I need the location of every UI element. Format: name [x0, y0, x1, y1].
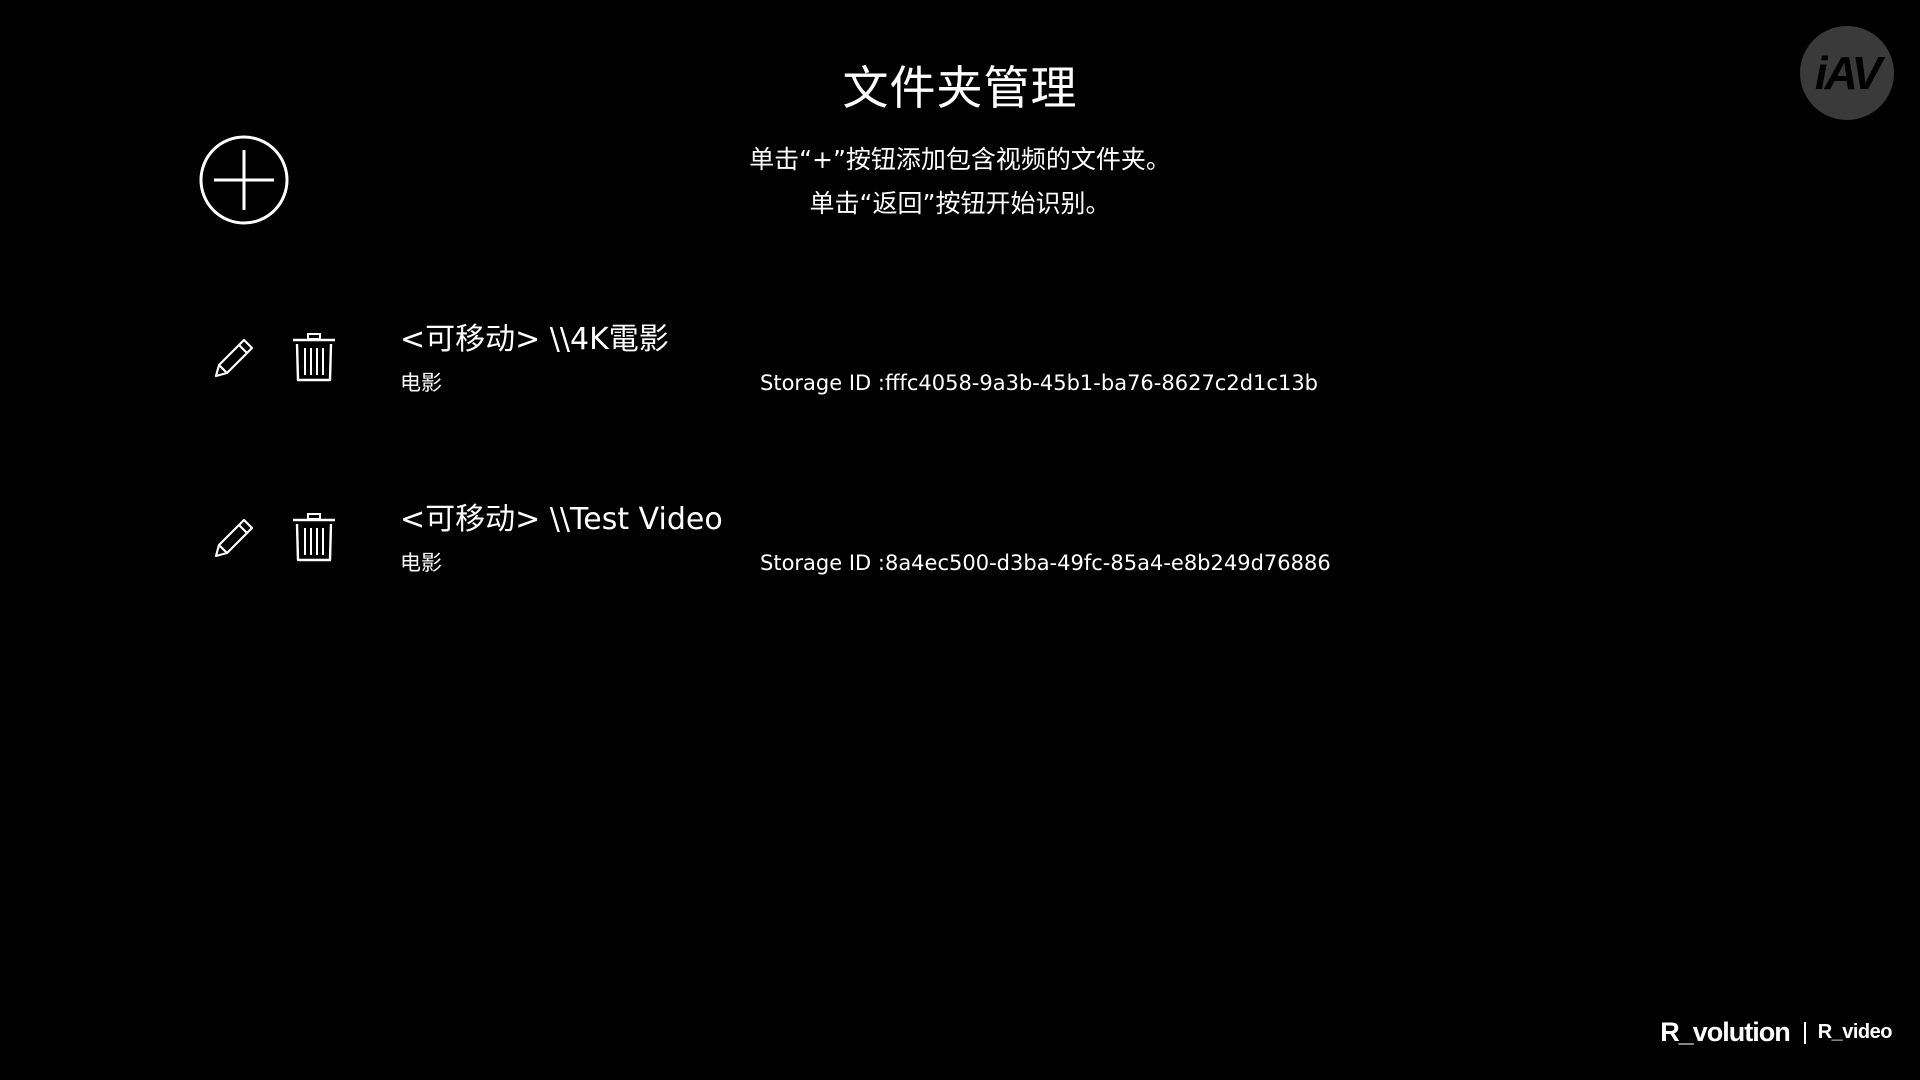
delete-folder-button[interactable] [286, 510, 342, 566]
brand-logo: R_volution R_video [1660, 1017, 1892, 1048]
add-folder-button[interactable] [198, 134, 290, 226]
folder-type: 电影 [400, 371, 442, 395]
pencil-icon [214, 338, 254, 378]
folder-name[interactable]: <可移动> \\4K電影 [400, 320, 669, 360]
brand-primary: R_volution [1660, 1017, 1790, 1047]
page-title: 文件夹管理 [842, 61, 1078, 115]
folder-type: 电影 [400, 551, 442, 575]
brand-secondary: R_video [1817, 1021, 1893, 1043]
folder-storage-id: Storage ID :8a4ec500-d3ba-49fc-85a4-e8b2… [760, 551, 1331, 575]
folder-storage-id: Storage ID :fffc4058-9a3b-45b1-ba76-8627… [760, 371, 1319, 395]
folder-name[interactable]: <可移动> \\Test Video [400, 500, 723, 540]
trash-icon [293, 513, 335, 562]
iav-logo: iAV [1800, 26, 1894, 120]
folder-management-screen: 文件夹管理 单击“+”按钮添加包含视频的文件夹。 单击“返回”按钮开始识别。 i… [0, 0, 1920, 1080]
delete-folder-button[interactable] [286, 330, 342, 386]
edit-folder-button[interactable] [206, 510, 262, 566]
plus-circle-icon [199, 135, 289, 225]
pencil-icon [214, 518, 254, 558]
iav-logo-text: iAV [1814, 47, 1882, 99]
edit-folder-button[interactable] [206, 330, 262, 386]
brand-divider [1803, 1021, 1806, 1044]
trash-icon [293, 333, 335, 382]
folder-row: <可移动> \\4K電影 电影 Storage ID :fffc4058-9a3… [0, 320, 1920, 440]
folder-row: <可移动> \\Test Video 电影 Storage ID :8a4ec5… [0, 500, 1920, 620]
